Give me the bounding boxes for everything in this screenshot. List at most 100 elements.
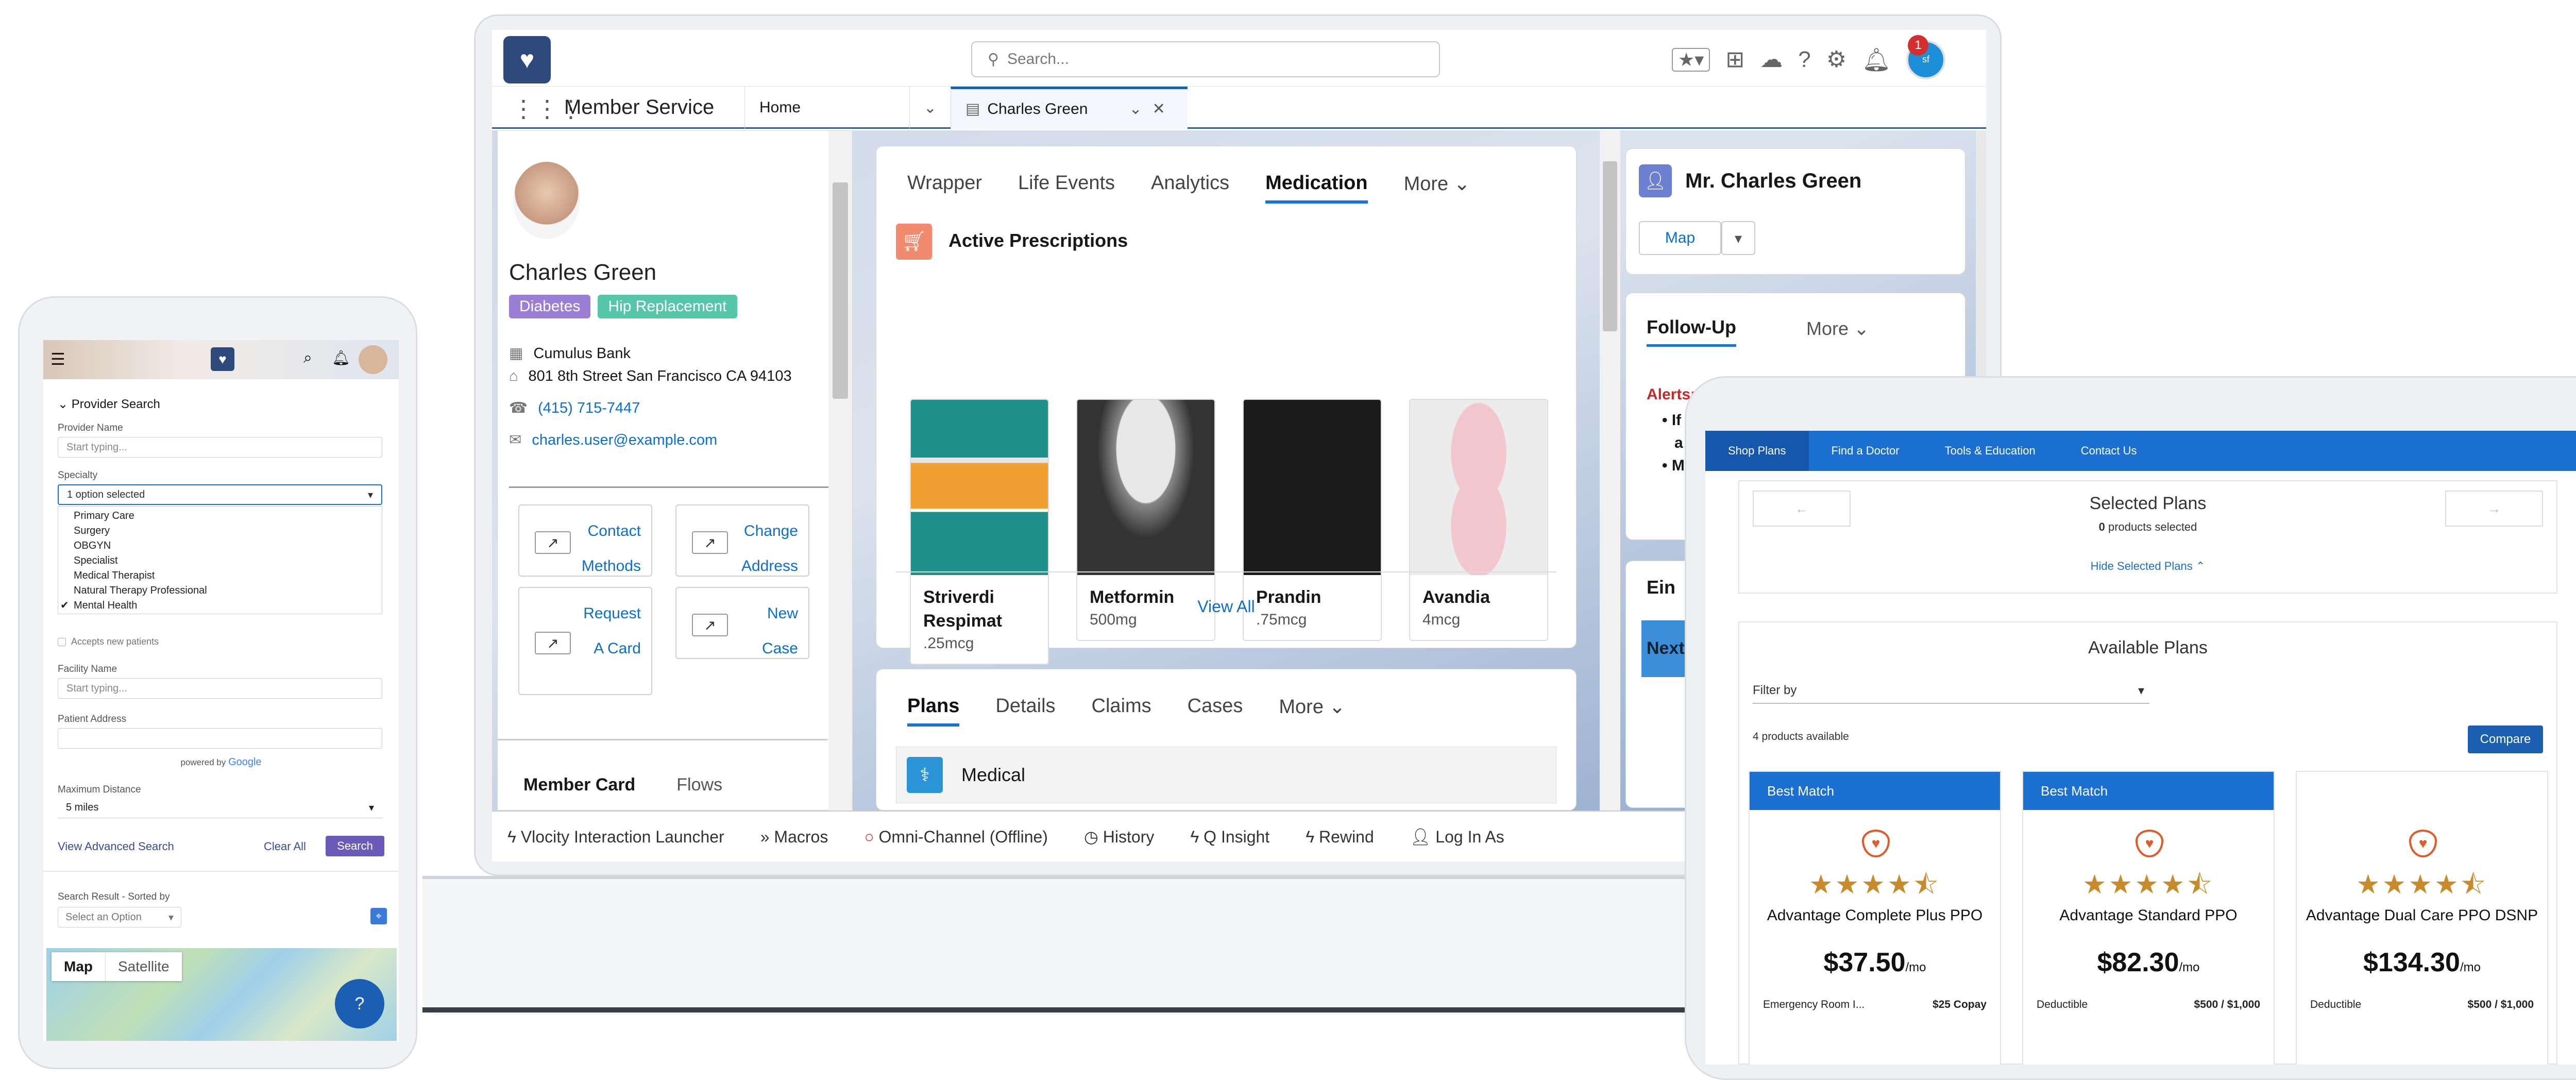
- scrollbar-thumb[interactable]: [833, 182, 848, 399]
- close-icon[interactable]: ✕: [1153, 100, 1165, 118]
- tab-follow-up[interactable]: Follow-Up: [1647, 316, 1736, 347]
- search-icon[interactable]: ⌕: [303, 349, 312, 367]
- utility-history[interactable]: ◷ History: [1084, 827, 1154, 847]
- map-area[interactable]: Map Satellite ?: [46, 948, 397, 1041]
- chevron-down-icon: ⌄: [1453, 173, 1470, 195]
- specialty-option[interactable]: OBGYN: [58, 538, 382, 553]
- clear-all-link[interactable]: Clear All: [264, 840, 306, 853]
- partial-tab[interactable]: Ein: [1647, 577, 1675, 598]
- new-case-button[interactable]: ↗ New Case: [675, 587, 809, 659]
- chevron-down-icon[interactable]: ⌄: [909, 87, 951, 129]
- app-logo[interactable]: ♥: [503, 36, 551, 83]
- tab-details[interactable]: Details: [995, 695, 1055, 727]
- utility-vlocity[interactable]: ϟ Vlocity Interaction Launcher: [507, 828, 724, 847]
- nav-tools-education[interactable]: Tools & Education: [1922, 431, 2058, 471]
- scrollbar[interactable]: [1600, 130, 1620, 811]
- gear-icon[interactable]: ⚙: [1826, 46, 1846, 73]
- nav-find-doctor[interactable]: Find a Doctor: [1809, 431, 1922, 471]
- global-search-input[interactable]: ⚲ Search...: [971, 41, 1440, 77]
- advanced-search-link[interactable]: View Advanced Search: [58, 840, 174, 853]
- accepts-new-patients[interactable]: Accepts new patients: [58, 636, 159, 647]
- tab-analytics[interactable]: Analytics: [1151, 172, 1229, 204]
- tab-more[interactable]: More ⌄: [1806, 318, 1869, 340]
- filter-select[interactable]: Filter by ▾: [1753, 678, 2149, 704]
- change-address-button[interactable]: ↗ Change Address: [675, 504, 809, 577]
- utility-log-in-as[interactable]: 👤︎ Log In As: [1410, 827, 1504, 847]
- contact-methods-button[interactable]: ↗ Contact Methods: [518, 504, 652, 577]
- tab-satellite[interactable]: Satellite: [105, 952, 182, 981]
- provider-search-header[interactable]: ⌄ Provider Search: [58, 397, 160, 412]
- medical-section[interactable]: ⚕ Medical: [896, 747, 1556, 803]
- provider-name-input[interactable]: Start typing...: [58, 437, 382, 458]
- facility-name-input[interactable]: Start typing...: [58, 678, 382, 699]
- bolt-icon: ϟ: [507, 827, 521, 846]
- utility-rewind[interactable]: ϟ Rewind: [1306, 828, 1374, 847]
- specialty-option[interactable]: Specialist: [58, 553, 382, 568]
- map-view-icon[interactable]: ⌖: [370, 908, 387, 924]
- laptop-base: [422, 876, 1814, 1015]
- chevron-down-icon[interactable]: ▾: [1721, 221, 1755, 255]
- chevron-down-icon[interactable]: ⌄: [1129, 100, 1142, 118]
- tab-map[interactable]: Map: [52, 952, 105, 981]
- search-button[interactable]: Search: [326, 836, 384, 856]
- help-icon[interactable]: ?: [1798, 47, 1810, 73]
- favorites-icon[interactable]: ★▾: [1672, 47, 1710, 72]
- email-link[interactable]: charles.user@example.com: [532, 432, 717, 448]
- add-icon[interactable]: ⊞: [1725, 46, 1744, 73]
- specialty-select[interactable]: 1 option selected ▾: [58, 484, 382, 505]
- view-all-link[interactable]: View All: [876, 597, 1576, 616]
- help-icon[interactable]: ?: [335, 979, 384, 1028]
- compare-button[interactable]: Compare: [2468, 725, 2543, 753]
- tab-medication[interactable]: Medication: [1265, 172, 1368, 204]
- plan-card[interactable]: Best Match ♥ ★★★★⯪ Advantage Complete Pl…: [1749, 771, 2001, 1065]
- menu-icon[interactable]: ☰: [50, 349, 65, 369]
- sort-select[interactable]: Select an Option ▾: [58, 907, 181, 927]
- bell-icon[interactable]: 🔔︎: [332, 349, 350, 366]
- specialty-option[interactable]: Natural Therapy Professional: [58, 583, 382, 598]
- tab-home[interactable]: Home: [744, 87, 909, 129]
- rating-stars: ★★★★⯪: [2356, 870, 2488, 900]
- specialty-option-selected[interactable]: ✔ Mental Health: [58, 598, 382, 613]
- lower-tabs: Member Card Flows: [523, 775, 722, 795]
- patient-address-input[interactable]: [58, 728, 382, 749]
- tab-flows[interactable]: Flows: [676, 775, 722, 795]
- hide-selected-link[interactable]: Hide Selected Plans ⌃: [1739, 560, 2556, 573]
- tab-more[interactable]: More ⌄: [1404, 172, 1470, 204]
- nav-shop-plans[interactable]: Shop Plans: [1705, 431, 1809, 471]
- specialty-option[interactable]: Medical Therapist: [58, 568, 382, 583]
- specialty-option[interactable]: Surgery: [58, 524, 382, 538]
- bell-icon[interactable]: 🔔︎: [1862, 46, 1891, 73]
- tab-charles-green[interactable]: ▤ Charles Green ⌄ ✕: [951, 87, 1188, 129]
- phone-link[interactable]: (415) 715-7447: [538, 400, 640, 416]
- request-card-button[interactable]: ↗ Request A Card: [518, 587, 652, 695]
- tab-plans[interactable]: Plans: [907, 695, 960, 727]
- tab-more[interactable]: More ⌄: [1279, 695, 1345, 727]
- tab-cases[interactable]: Cases: [1188, 695, 1243, 727]
- tab-claims[interactable]: Claims: [1092, 695, 1151, 727]
- plan-card[interactable]: ♥ ★★★★⯪ Advantage Dual Care PPO DSNP $13…: [2296, 771, 2548, 1065]
- map-button[interactable]: Map: [1639, 221, 1721, 255]
- trailhead-icon[interactable]: ☁: [1760, 46, 1783, 73]
- global-header: ♥ ⚲ Search... ★▾ ⊞ ☁ ? ⚙ 🔔︎ sf 1: [492, 30, 1986, 87]
- avatar[interactable]: [359, 345, 387, 374]
- divider: [896, 571, 1556, 572]
- max-distance-select[interactable]: 5 miles ▾: [58, 798, 382, 818]
- plan-card[interactable]: Best Match ♥ ★★★★⯪ Advantage Standard PP…: [2022, 771, 2275, 1065]
- utility-omni-channel[interactable]: ○ Omni-Channel (Offline): [864, 828, 1048, 847]
- divider: [509, 486, 828, 488]
- medication-card-item[interactable]: Striverdi Respimat .25mcg: [910, 399, 1049, 665]
- scrollbar-thumb[interactable]: [1603, 161, 1617, 331]
- specialty-option[interactable]: Primary Care: [58, 509, 382, 524]
- utility-q-insight[interactable]: ϟ Q Insight: [1190, 828, 1269, 847]
- app-logo[interactable]: ♥: [211, 347, 234, 371]
- tab-wrapper[interactable]: Wrapper: [907, 172, 982, 204]
- tab-life-events[interactable]: Life Events: [1018, 172, 1115, 204]
- checkmark-icon: ✔: [60, 600, 69, 611]
- utility-macros[interactable]: » Macros: [760, 828, 828, 847]
- bolt-icon: ϟ: [1306, 827, 1319, 846]
- tab-member-card[interactable]: Member Card: [523, 775, 635, 795]
- scrollbar[interactable]: [828, 131, 852, 811]
- nav-contact-us[interactable]: Contact Us: [2058, 431, 2160, 471]
- checkbox[interactable]: [58, 637, 66, 646]
- plan-name: Advantage Standard PPO: [2059, 907, 2238, 924]
